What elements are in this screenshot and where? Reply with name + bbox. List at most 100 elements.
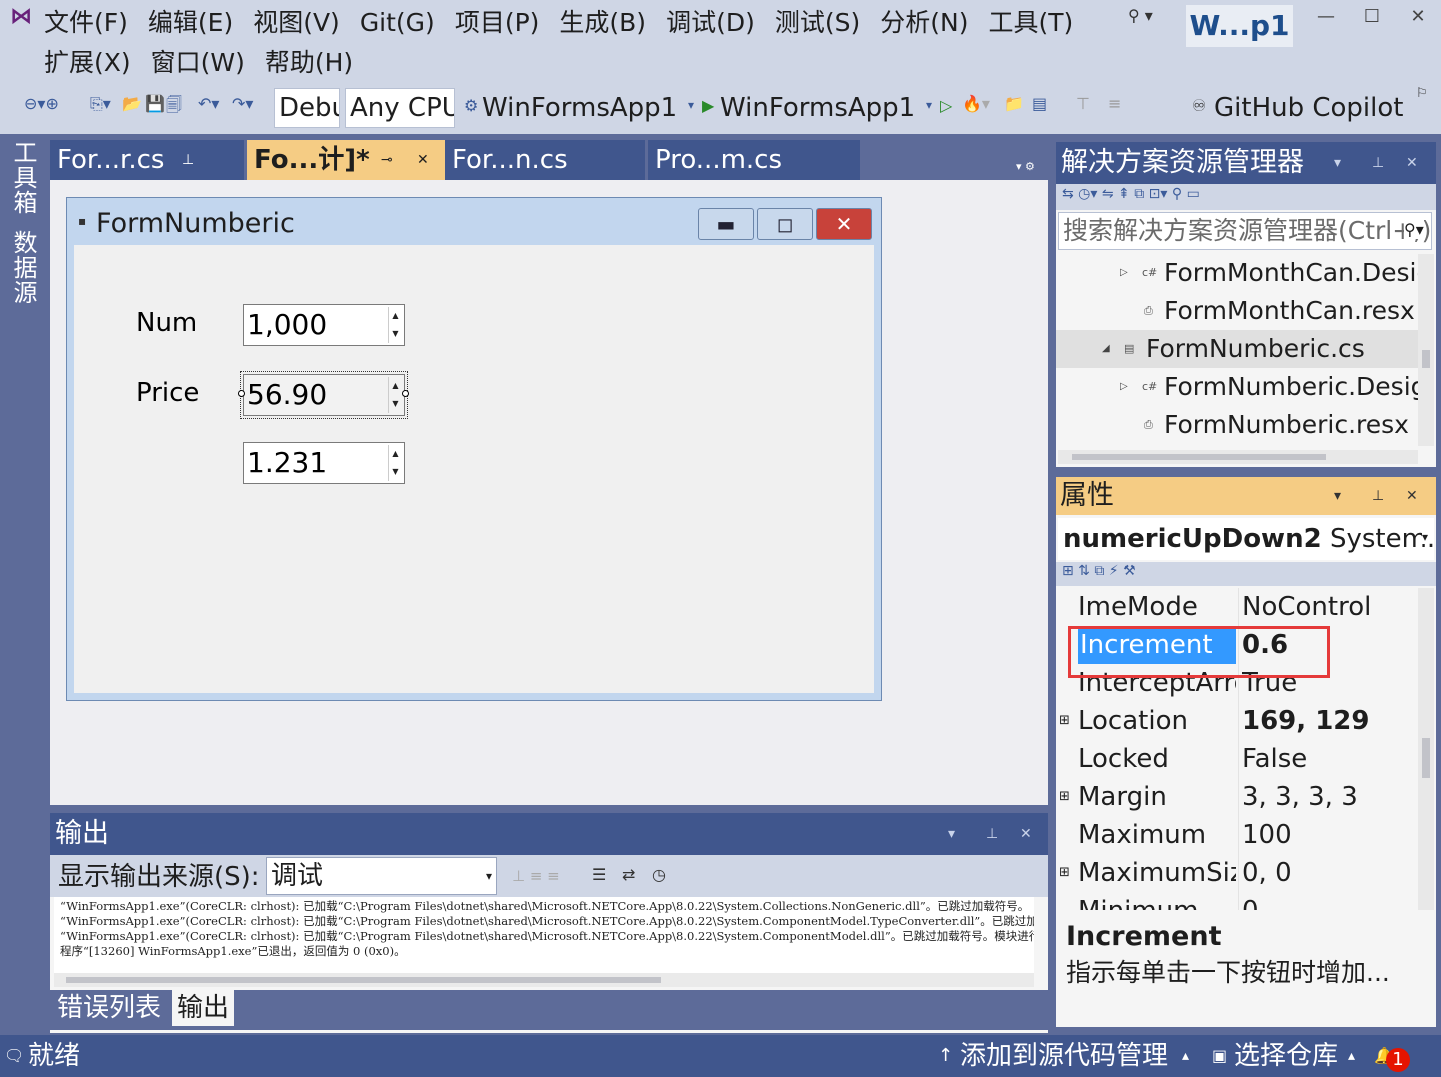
maximize-button[interactable]: ☐ xyxy=(1352,6,1392,27)
form-client-area[interactable]: Num Price 1,000 ▲ ▼ 56.90 ▲ ▼ 1.231 ▲ ▼ xyxy=(74,245,874,693)
solution-search-input[interactable]: 搜索解决方案资源管理器(Ctrl+;) xyxy=(1058,212,1432,250)
layout-icon[interactable]: ▤ xyxy=(1032,94,1047,113)
resize-handle-right[interactable] xyxy=(402,390,409,397)
minimize-button[interactable]: — xyxy=(1306,6,1346,27)
property-row-maximumsize[interactable]: ⊞ MaximumSize 0, 0 xyxy=(1056,854,1418,892)
pin-icon[interactable]: ⊸ xyxy=(381,140,393,180)
start-debugging-button[interactable]: WinFormsApp1 xyxy=(720,88,915,128)
expand-icon[interactable]: ⊞ xyxy=(1059,702,1070,740)
property-value[interactable]: NoControl xyxy=(1242,588,1418,626)
save-icon[interactable]: 💾 xyxy=(145,94,165,113)
visual-studio-logo-icon[interactable]: ⋈ xyxy=(10,6,36,28)
close-window-button[interactable]: ✕ xyxy=(1398,6,1438,27)
property-row-minimum[interactable]: Minimum 0 xyxy=(1056,892,1418,910)
property-row-margin[interactable]: ⊞ Margin 3, 3, 3, 3 xyxy=(1056,778,1418,816)
menu-project[interactable]: 项目(P) xyxy=(445,4,550,42)
menu-debug[interactable]: 调试(D) xyxy=(656,4,765,42)
numeric-updown-3[interactable]: 1.231 ▲ ▼ xyxy=(243,442,405,484)
chevron-down-icon[interactable]: ▾ xyxy=(926,98,932,112)
search-icon[interactable]: ⚲ ▾ xyxy=(1128,6,1153,25)
property-value[interactable]: 3, 3, 3, 3 xyxy=(1242,778,1418,816)
chevron-down-icon[interactable]: ▾ xyxy=(1422,530,1429,544)
start-without-debugging-icon[interactable]: ▷ xyxy=(940,96,952,115)
menu-help[interactable]: 帮助(H) xyxy=(255,44,363,82)
form-minimize-button[interactable]: ▬ xyxy=(698,208,754,240)
doc-tab-1[interactable]: For...r.cs ⊥ xyxy=(50,140,244,180)
resize-handle-left[interactable] xyxy=(238,390,245,397)
close-icon[interactable]: ✕ xyxy=(1406,142,1418,184)
form-maximize-button[interactable]: ◻ xyxy=(757,208,813,240)
property-value[interactable]: False xyxy=(1242,740,1418,778)
tree-item[interactable]: ⎙ FormMonthCan.resx xyxy=(1056,292,1418,330)
property-row-locked[interactable]: Locked False xyxy=(1056,740,1418,778)
scrollbar-thumb[interactable] xyxy=(1422,350,1430,368)
menu-test[interactable]: 测试(S) xyxy=(765,4,870,42)
menu-git[interactable]: Git(G) xyxy=(350,4,445,42)
scrollbar-thumb[interactable] xyxy=(66,977,661,983)
datasource-tab[interactable]: 数据源 xyxy=(6,230,40,305)
form-close-button[interactable]: ✕ xyxy=(816,208,872,240)
tab-overflow-icon[interactable]: ▾ ⚙ xyxy=(1016,160,1035,173)
property-row-imemode[interactable]: ImeMode NoControl xyxy=(1056,588,1418,626)
pin-icon[interactable]: ⊥ xyxy=(986,813,998,855)
start-debugging-icon[interactable]: ▶ xyxy=(702,96,714,115)
back-icon[interactable]: ⊖▾⊕ xyxy=(24,94,59,113)
undo-icon[interactable]: ↶▾ xyxy=(198,94,219,113)
horizontal-scrollbar[interactable] xyxy=(54,973,1034,987)
horizontal-scrollbar[interactable] xyxy=(1058,450,1418,464)
scrollbar-thumb[interactable] xyxy=(1072,454,1326,460)
menu-window[interactable]: 窗口(W) xyxy=(141,44,255,82)
property-object-selector[interactable]: numericUpDown2 System.Windows.Forms.Nume… xyxy=(1058,518,1434,560)
doc-tab-3[interactable]: For...n.cs xyxy=(445,140,645,180)
menu-view[interactable]: 视图(V) xyxy=(243,4,350,42)
select-repository-button[interactable]: 选择仓库 xyxy=(1234,1035,1338,1077)
menu-extensions[interactable]: 扩展(X) xyxy=(34,44,141,82)
tree-item[interactable]: ▷ c# FormMonthCan.Designer.cs xyxy=(1056,254,1418,292)
open-folder-icon[interactable]: 📂 xyxy=(122,94,142,113)
word-wrap-icon[interactable]: ⇄ xyxy=(622,865,635,884)
solution-platform-dropdown[interactable]: Any CPU xyxy=(345,88,455,128)
panel-dropdown-icon[interactable]: ▾ xyxy=(948,813,955,855)
timestamp-icon[interactable]: ◷ xyxy=(652,865,666,884)
chevron-right-icon[interactable]: ▷ xyxy=(1120,368,1128,406)
menu-file[interactable]: 文件(F) xyxy=(34,4,138,42)
save-all-icon[interactable]: 🗐 xyxy=(166,94,182,121)
property-row-maximum[interactable]: Maximum 100 xyxy=(1056,816,1418,854)
tree-item[interactable]: ⎙ FormNumberic.resx xyxy=(1056,406,1418,444)
property-row-location[interactable]: ⊞ Location 169, 129 xyxy=(1056,702,1418,740)
chevron-down-icon[interactable]: ◢ xyxy=(1102,330,1110,368)
property-value[interactable]: 0, 0 xyxy=(1242,854,1418,892)
numeric-updown-2[interactable]: 56.90 ▲ ▼ xyxy=(240,371,408,419)
spin-buttons-icon[interactable]: ▲ ▼ xyxy=(388,307,402,343)
pin-icon[interactable]: ⊥ xyxy=(1372,477,1384,515)
search-icon[interactable]: ⚲▾ xyxy=(1404,220,1424,239)
menu-edit[interactable]: 编辑(E) xyxy=(138,4,243,42)
expand-icon[interactable]: ⊞ xyxy=(1059,854,1070,892)
pin-icon[interactable]: ⊥ xyxy=(182,140,194,180)
new-project-icon[interactable]: ⎘▾ xyxy=(90,94,111,114)
numeric-updown-1[interactable]: 1,000 ▲ ▼ xyxy=(243,304,405,346)
property-value[interactable]: 169, 129 xyxy=(1242,702,1418,740)
menu-analyze[interactable]: 分析(N) xyxy=(870,4,978,42)
expand-icon[interactable]: ⊞ xyxy=(1059,778,1070,816)
tree-item[interactable]: ▷ c# FormNumberic.Designer.cs xyxy=(1056,368,1418,406)
add-to-source-control-button[interactable]: 添加到源代码管理 xyxy=(960,1035,1168,1077)
menu-build[interactable]: 生成(B) xyxy=(549,4,656,42)
tab-error-list[interactable]: 错误列表 xyxy=(52,990,166,1026)
doc-tab-4[interactable]: Pro...m.cs xyxy=(648,140,860,180)
chevron-right-icon[interactable]: ▷ xyxy=(1120,254,1128,292)
close-icon[interactable]: ✕ xyxy=(1020,813,1032,855)
scrollbar-thumb[interactable] xyxy=(1422,738,1430,778)
close-icon[interactable]: ✕ xyxy=(1406,477,1418,515)
output-text-area[interactable]: “WinFormsApp1.exe”(CoreCLR: clrhost): 已加… xyxy=(54,897,1034,973)
tree-item-selected[interactable]: ◢ ▤ FormNumberic.cs xyxy=(1056,330,1418,368)
align-icon[interactable]: ⊤ xyxy=(1076,94,1090,113)
vertical-scrollbar[interactable] xyxy=(1418,254,1434,446)
clear-all-icon[interactable]: ☰ xyxy=(592,865,606,884)
notification-count-badge[interactable]: 1 xyxy=(1386,1048,1410,1072)
panel-dropdown-icon[interactable]: ▾ xyxy=(1334,142,1341,184)
startup-project-dropdown[interactable]: WinFormsApp1 xyxy=(482,88,677,128)
menu-tools[interactable]: 工具(T) xyxy=(978,4,1083,42)
find-icon[interactable]: ⊥ ≡ ≡ xyxy=(512,867,560,885)
solution-explorer-icon[interactable]: 📁 xyxy=(1004,94,1024,113)
